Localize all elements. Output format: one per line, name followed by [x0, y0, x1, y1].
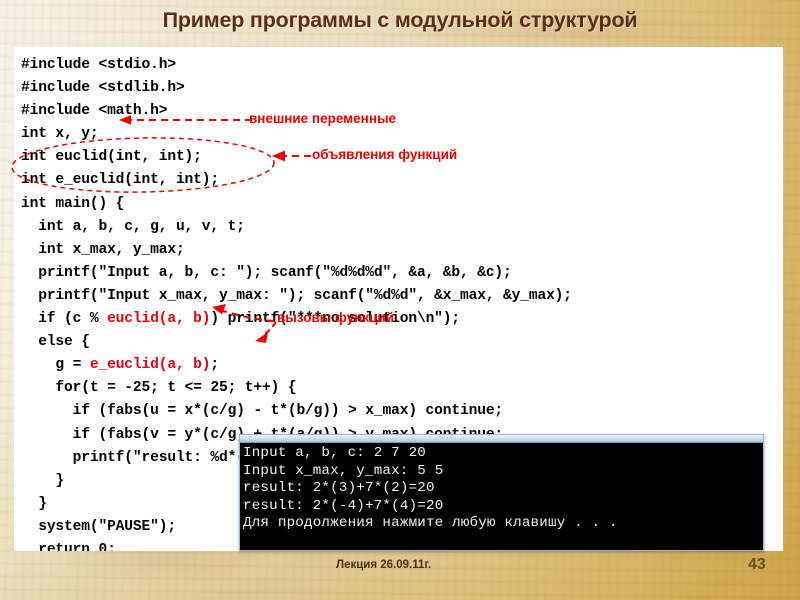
footer-lecture-date: Лекция 26.09.11г.: [336, 559, 432, 571]
console-window: Input a, b, c: 2 7 20 Input x_max, y_max…: [239, 434, 764, 551]
annotation-external-variables: внешние переменные: [249, 111, 397, 126]
page-number: 43: [748, 556, 766, 573]
console-titlebar: [240, 435, 763, 443]
annotation-function-calls: вызовы функций: [277, 310, 394, 325]
page-title: Пример программы с модульной структурой: [162, 8, 638, 32]
console-output: Input a, b, c: 2 7 20 Input x_max, y_max…: [243, 445, 618, 532]
annotation-function-declarations: объявления функций: [312, 147, 458, 162]
slide-canvas: Пример программы с модульной структурой …: [0, 0, 800, 600]
